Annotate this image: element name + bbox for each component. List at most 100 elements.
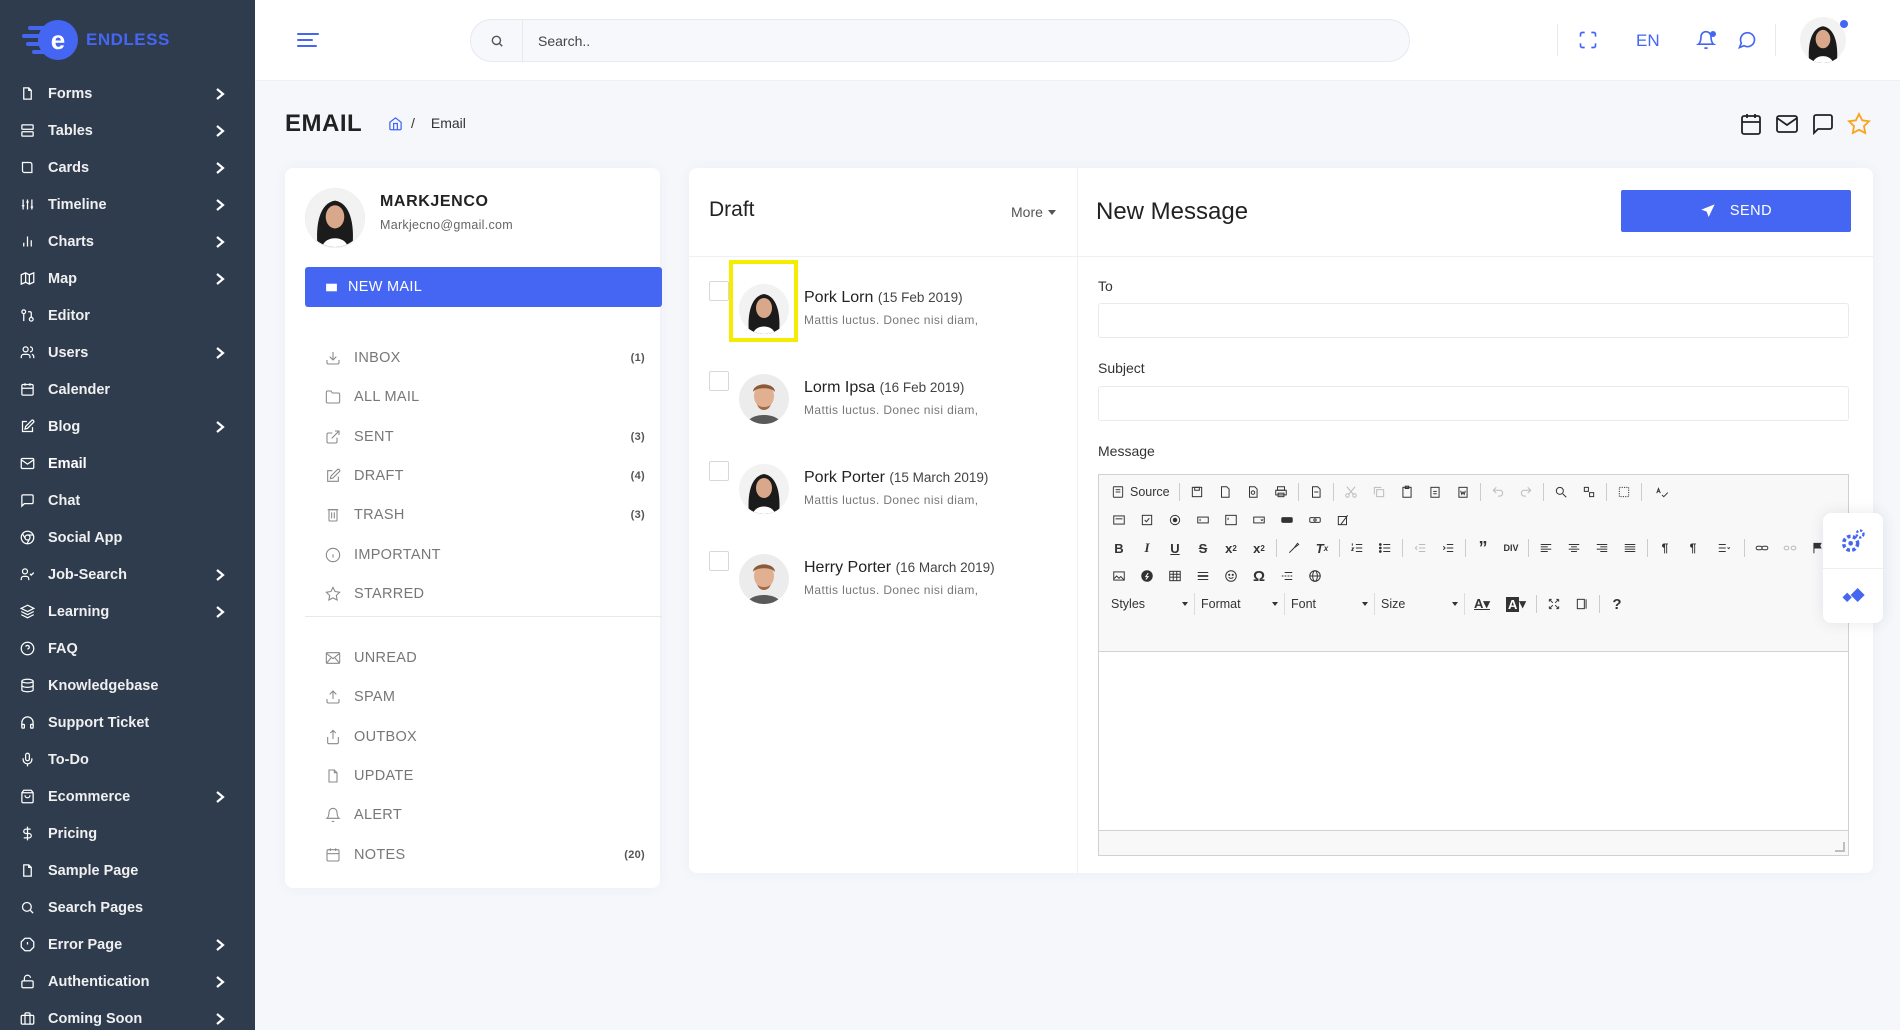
styles-dropdown[interactable]: Styles <box>1105 593 1195 615</box>
sidebar-item-forms[interactable]: Forms <box>0 75 255 112</box>
folder-alert[interactable]: ALERT <box>325 804 645 826</box>
sidebar-item-search-pages[interactable]: Search Pages <box>0 889 255 926</box>
align-center-icon[interactable] <box>1560 536 1588 560</box>
superscript-icon[interactable]: x2 <box>1245 536 1273 560</box>
align-left-icon[interactable] <box>1532 536 1560 560</box>
horizontal-line-icon[interactable] <box>1189 564 1217 588</box>
text-field-icon[interactable] <box>1189 508 1217 532</box>
remove-format-icon[interactable]: Tx <box>1308 536 1336 560</box>
calendar-icon[interactable] <box>1739 112 1765 138</box>
chat-icon[interactable] <box>1737 30 1759 52</box>
layout-icon[interactable] <box>1839 581 1867 609</box>
cut-icon[interactable] <box>1337 480 1365 504</box>
size-dropdown[interactable]: Size <box>1375 593 1465 615</box>
brand-logo[interactable]: e ENDLESS <box>0 0 255 80</box>
table-icon[interactable] <box>1161 564 1189 588</box>
sidebar-item-map[interactable]: Map <box>0 260 255 297</box>
sidebar-item-error-page[interactable]: Error Page <box>0 926 255 963</box>
sidebar-item-email[interactable]: Email <box>0 445 255 482</box>
paste-icon[interactable] <box>1393 480 1421 504</box>
sidebar-item-to-do[interactable]: To-Do <box>0 741 255 778</box>
folder-inbox[interactable]: INBOX (1) <box>325 347 645 369</box>
help-icon[interactable]: ? <box>1603 592 1631 616</box>
unlink-icon[interactable] <box>1776 536 1804 560</box>
folder-sent[interactable]: SENT (3) <box>325 426 645 448</box>
spellcheck-icon[interactable] <box>1645 480 1679 504</box>
div-container-icon[interactable]: DIV <box>1497 536 1525 560</box>
mail-item[interactable]: Lorm Ipsa (16 Feb 2019) Mattis luctus. Do… <box>709 368 1069 438</box>
mail-item[interactable]: Pork Porter (15 March 2019) Mattis luctus… <box>709 458 1069 528</box>
language-selector[interactable]: EN <box>1636 31 1660 51</box>
folder-important[interactable]: IMPORTANT <box>325 544 645 566</box>
bold-icon[interactable]: B <box>1105 536 1133 560</box>
page-break-icon[interactable] <box>1273 564 1301 588</box>
star-icon[interactable] <box>1847 111 1873 138</box>
hidden-field-icon[interactable] <box>1329 508 1357 532</box>
smiley-icon[interactable] <box>1217 564 1245 588</box>
font-dropdown[interactable]: Font <box>1285 593 1375 615</box>
sidebar-item-job-search[interactable]: Job-Search <box>0 556 255 593</box>
link-icon[interactable] <box>1748 536 1776 560</box>
save-icon[interactable] <box>1183 480 1211 504</box>
more-dropdown[interactable]: More <box>1011 204 1056 220</box>
send-button[interactable]: SEND <box>1621 190 1851 232</box>
select-icon[interactable] <box>1245 508 1273 532</box>
message-square-icon[interactable] <box>1811 112 1837 138</box>
select-all-icon[interactable] <box>1610 480 1638 504</box>
mail-checkbox[interactable] <box>709 461 729 481</box>
subject-input[interactable] <box>1098 386 1849 421</box>
justify-icon[interactable] <box>1616 536 1644 560</box>
image-icon[interactable] <box>1105 564 1133 588</box>
folder-spam[interactable]: SPAM <box>325 686 645 708</box>
outdent-icon[interactable] <box>1406 536 1434 560</box>
checkbox-icon[interactable] <box>1133 508 1161 532</box>
numbered-list-icon[interactable] <box>1343 536 1371 560</box>
align-right-icon[interactable] <box>1588 536 1616 560</box>
rtl-icon[interactable]: ¶ <box>1679 536 1707 560</box>
sidebar-item-charts[interactable]: Charts <box>0 223 255 260</box>
folder-trash[interactable]: TRASH (3) <box>325 504 645 526</box>
find-icon[interactable] <box>1547 480 1575 504</box>
format-dropdown[interactable]: Format <box>1195 593 1285 615</box>
show-blocks-icon[interactable] <box>1568 592 1596 616</box>
indent-icon[interactable] <box>1434 536 1462 560</box>
italic-icon[interactable]: I <box>1133 536 1161 560</box>
sidebar-item-ecommerce[interactable]: Ecommerce <box>0 778 255 815</box>
settings-gear-icon[interactable] <box>1839 527 1867 555</box>
mail-checkbox[interactable] <box>709 551 729 571</box>
mail-item[interactable]: Herry Porter (16 March 2019) Mattis luctu… <box>709 548 1069 618</box>
to-input[interactable] <box>1098 303 1849 338</box>
special-char-icon[interactable]: Ω <box>1245 564 1273 588</box>
folder-notes[interactable]: NOTES (20) <box>325 844 645 866</box>
message-body-input[interactable] <box>1099 651 1848 831</box>
sidebar-item-coming-soon[interactable]: Coming Soon <box>0 1000 255 1030</box>
new-page-icon[interactable] <box>1211 480 1239 504</box>
sidebar-item-timeline[interactable]: Timeline <box>0 186 255 223</box>
ltr-icon[interactable]: ¶ <box>1651 536 1679 560</box>
replace-icon[interactable] <box>1575 480 1603 504</box>
sidebar-item-learning[interactable]: Learning <box>0 593 255 630</box>
search-icon[interactable] <box>471 20 523 61</box>
paste-text-icon[interactable] <box>1421 480 1449 504</box>
text-color-icon[interactable]: A▾ <box>1465 592 1499 616</box>
subscript-icon[interactable]: x2 <box>1217 536 1245 560</box>
iframe-icon[interactable] <box>1301 564 1329 588</box>
source-button[interactable]: Source <box>1105 485 1176 499</box>
sidebar-item-faq[interactable]: FAQ <box>0 630 255 667</box>
fullscreen-icon[interactable] <box>1578 30 1600 52</box>
undo-icon[interactable] <box>1484 480 1512 504</box>
radio-icon[interactable] <box>1161 508 1189 532</box>
maximize-icon[interactable] <box>1540 592 1568 616</box>
folder-outbox[interactable]: OUTBOX <box>325 726 645 748</box>
sidebar-item-editor[interactable]: Editor <box>0 297 255 334</box>
mail-checkbox[interactable] <box>709 371 729 391</box>
form-icon[interactable] <box>1105 508 1133 532</box>
folder-starred[interactable]: STARRED <box>325 583 645 605</box>
copy-icon[interactable] <box>1365 480 1393 504</box>
bulleted-list-icon[interactable] <box>1371 536 1399 560</box>
copy-format-icon[interactable] <box>1280 536 1308 560</box>
flash-icon[interactable] <box>1133 564 1161 588</box>
home-icon[interactable] <box>388 116 403 131</box>
textarea-icon[interactable] <box>1217 508 1245 532</box>
sidebar-item-tables[interactable]: Tables <box>0 112 255 149</box>
